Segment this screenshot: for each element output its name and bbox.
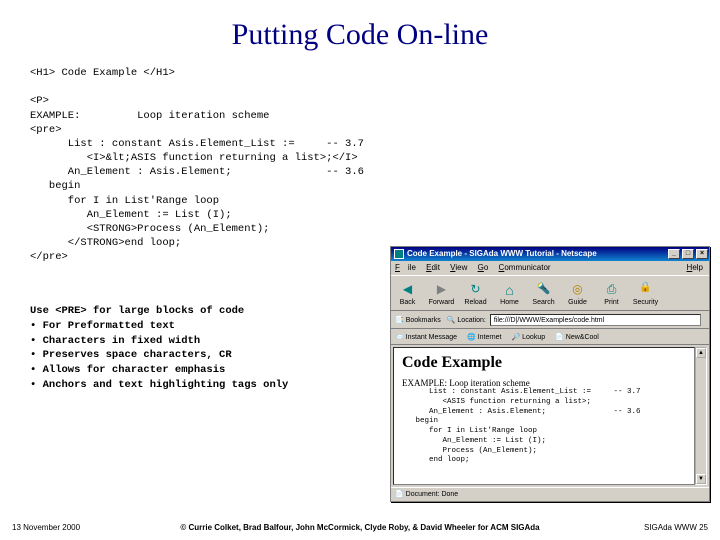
footer-page-number: SIGAda WWW 25 — [644, 523, 708, 532]
internet-link[interactable]: 🌐 Internet — [467, 333, 501, 341]
app-icon — [394, 249, 404, 259]
guide-button[interactable]: Guide — [561, 276, 595, 310]
html-source-block: <H1> Code Example </H1> <P> EXAMPLE: Loo… — [0, 66, 720, 264]
maximize-button[interactable]: □ — [682, 249, 694, 259]
reload-button[interactable]: Reload — [459, 276, 493, 310]
status-text: Document: Done — [406, 491, 459, 498]
forward-icon — [434, 282, 450, 298]
menu-go[interactable]: Go — [478, 263, 489, 272]
home-button[interactable]: Home — [493, 276, 527, 310]
menu-file[interactable]: File — [395, 263, 416, 272]
src-line: </pre> — [30, 251, 68, 263]
back-icon — [400, 282, 416, 298]
netscape-browser-window: Code Example - SIGAda WWW Tutorial - Net… — [390, 246, 710, 502]
print-icon — [604, 282, 620, 298]
guide-icon — [570, 282, 586, 298]
rendered-pre: List : constant Asis.Element_List := -- … — [402, 388, 686, 466]
src-line: <STRONG>Process (An_Element); — [30, 223, 269, 235]
instant-message-link[interactable]: 📨 Instant Message — [395, 333, 457, 341]
newcool-link[interactable]: 📄 New&Cool — [555, 333, 599, 341]
print-button[interactable]: Print — [595, 276, 629, 310]
location-label: 🔍 Location: — [447, 316, 486, 324]
lock-icon — [638, 282, 654, 298]
slide-footer: 13 November 2000 © Currie Colket, Brad B… — [12, 523, 708, 532]
vertical-scrollbar[interactable]: ▲ ▼ — [695, 347, 707, 485]
back-button[interactable]: Back — [391, 276, 425, 310]
scroll-up-icon[interactable]: ▲ — [696, 348, 706, 358]
src-line: <pre> — [30, 124, 62, 136]
bookmarks-button[interactable]: Bookmarks — [395, 316, 441, 324]
status-bar: 📄 Document: Done — [391, 487, 709, 501]
src-line: <H1> Code Example </H1> — [30, 67, 175, 79]
src-line: <I>&lt;ASIS function returning a list>;<… — [30, 152, 358, 164]
menu-communicator[interactable]: Communicator — [499, 263, 551, 272]
toolbar: Back Forward Reload Home Search Guide Pr… — [391, 275, 709, 311]
src-line: <P> — [30, 95, 49, 107]
search-button[interactable]: Search — [527, 276, 561, 310]
minimize-button[interactable]: _ — [668, 249, 680, 259]
close-button[interactable]: × — [696, 249, 708, 259]
footer-credits: © Currie Colket, Brad Balfour, John McCo… — [12, 523, 708, 532]
menu-help[interactable]: Help — [687, 261, 703, 275]
slide-title: Putting Code On-line — [0, 0, 720, 52]
scroll-down-icon[interactable]: ▼ — [696, 474, 706, 484]
src-line: begin — [30, 180, 80, 192]
lookup-link[interactable]: 🔎 Lookup — [511, 333, 545, 341]
menu-view[interactable]: View — [450, 263, 467, 272]
src-line: EXAMPLE: Loop iteration scheme — [30, 110, 269, 122]
quick-launch-bar: 📨 Instant Message 🌐 Internet 🔎 Lookup 📄 … — [391, 329, 709, 345]
forward-button[interactable]: Forward — [425, 276, 459, 310]
security-button[interactable]: Security — [629, 276, 663, 310]
src-line: </STRONG>end loop; — [30, 237, 181, 249]
page-viewport: Code Example EXAMPLE: Loop iteration sch… — [393, 347, 695, 485]
menu-bar: File Edit View Go Communicator Help — [391, 261, 709, 275]
search-icon — [536, 282, 552, 298]
src-line: An_Element : Asis.Element; -- 3.6 — [30, 166, 364, 178]
home-icon — [502, 282, 518, 298]
rendered-h1: Code Example — [402, 354, 686, 372]
titlebar[interactable]: Code Example - SIGAda WWW Tutorial - Net… — [391, 247, 709, 261]
window-title: Code Example - SIGAda WWW Tutorial - Net… — [407, 247, 597, 261]
location-input[interactable]: file:///D|/WWW/Examples/code.html — [490, 314, 701, 326]
src-line: for I in List'Range loop — [30, 195, 219, 207]
rendered-subtitle: EXAMPLE: Loop iteration scheme — [402, 378, 686, 388]
src-line: List : constant Asis.Element_List := -- … — [30, 138, 364, 150]
reload-icon — [468, 282, 484, 298]
menu-edit[interactable]: Edit — [426, 263, 440, 272]
src-line: An_Element := List (I); — [30, 209, 232, 221]
location-bar: Bookmarks 🔍 Location: file:///D|/WWW/Exa… — [391, 311, 709, 329]
footer-date: 13 November 2000 — [12, 523, 80, 532]
